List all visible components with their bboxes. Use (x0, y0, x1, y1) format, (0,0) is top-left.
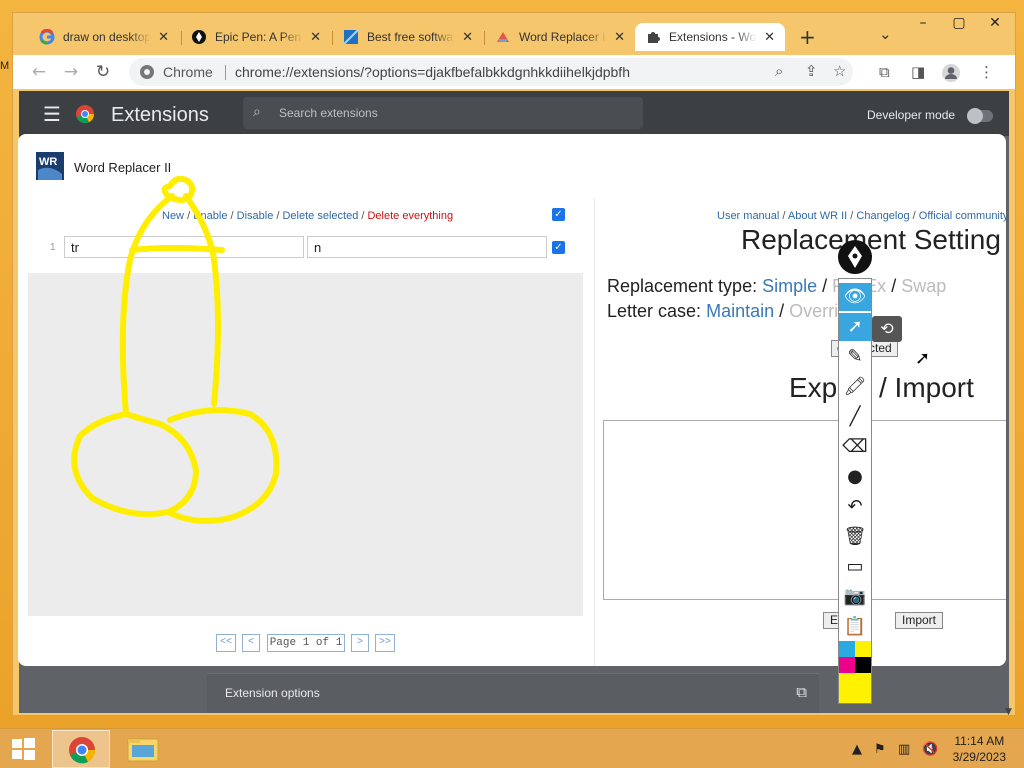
color-swatch-cyan[interactable] (839, 641, 855, 657)
clear-icon[interactable]: 🗑 (839, 523, 871, 551)
mouse-cursor-icon: ➚ (915, 348, 931, 369)
folder-icon (127, 738, 159, 762)
clock-time: 11:14 AM (954, 734, 1005, 748)
screenshot-icon[interactable]: 📷 (839, 583, 871, 611)
system-clock[interactable]: 11:14 AM 3/29/2023 (953, 733, 1006, 765)
pointer-mode-icon: ⟲ (872, 316, 902, 342)
eraser-icon[interactable]: ⌫ (839, 433, 871, 461)
epic-pen-logo-icon[interactable] (838, 240, 872, 274)
show-hidden-icons[interactable]: ▲ (852, 742, 862, 757)
volume-muted-icon[interactable]: 🔇 (922, 742, 938, 757)
visibility-icon[interactable]: 👁 (839, 283, 871, 311)
windows-start-icon[interactable] (4, 733, 42, 765)
epic-pen-toolbar: 👁 ➚ ✎ 🖍 ╱ ⌫ ● ↶ 🗑 ▭ 📷 📋 (838, 278, 872, 704)
network-icon[interactable]: ▥ (898, 742, 910, 757)
color-swatch-yellow[interactable] (855, 641, 871, 657)
color-swatch-current[interactable] (839, 673, 871, 703)
color-swatch-magenta[interactable] (839, 657, 855, 673)
brush-size-icon[interactable]: ● (839, 463, 871, 491)
action-center-flag-icon[interactable]: ⚑ (874, 742, 886, 757)
highlighter-icon[interactable]: 🖍 (839, 373, 871, 401)
pen-icon[interactable]: ✎ (839, 343, 871, 371)
whiteboard-icon[interactable]: ▭ (839, 553, 871, 581)
undo-icon[interactable]: ↶ (839, 493, 871, 521)
color-swatch-black[interactable] (855, 657, 871, 673)
clipboard-icon[interactable]: 📋 (839, 613, 871, 641)
file-explorer-taskbar-icon[interactable] (114, 730, 172, 768)
taskbar: ▲ ⚑ ▥ 🔇 11:14 AM 3/29/2023 (0, 728, 1024, 768)
cursor-icon[interactable]: ➚ (839, 313, 871, 341)
chrome-taskbar-icon[interactable] (52, 730, 110, 768)
clock-date: 3/29/2023 (952, 750, 1006, 764)
line-icon[interactable]: ╱ (839, 403, 871, 431)
color-palette (839, 641, 871, 703)
chrome-logo-icon (69, 737, 96, 764)
